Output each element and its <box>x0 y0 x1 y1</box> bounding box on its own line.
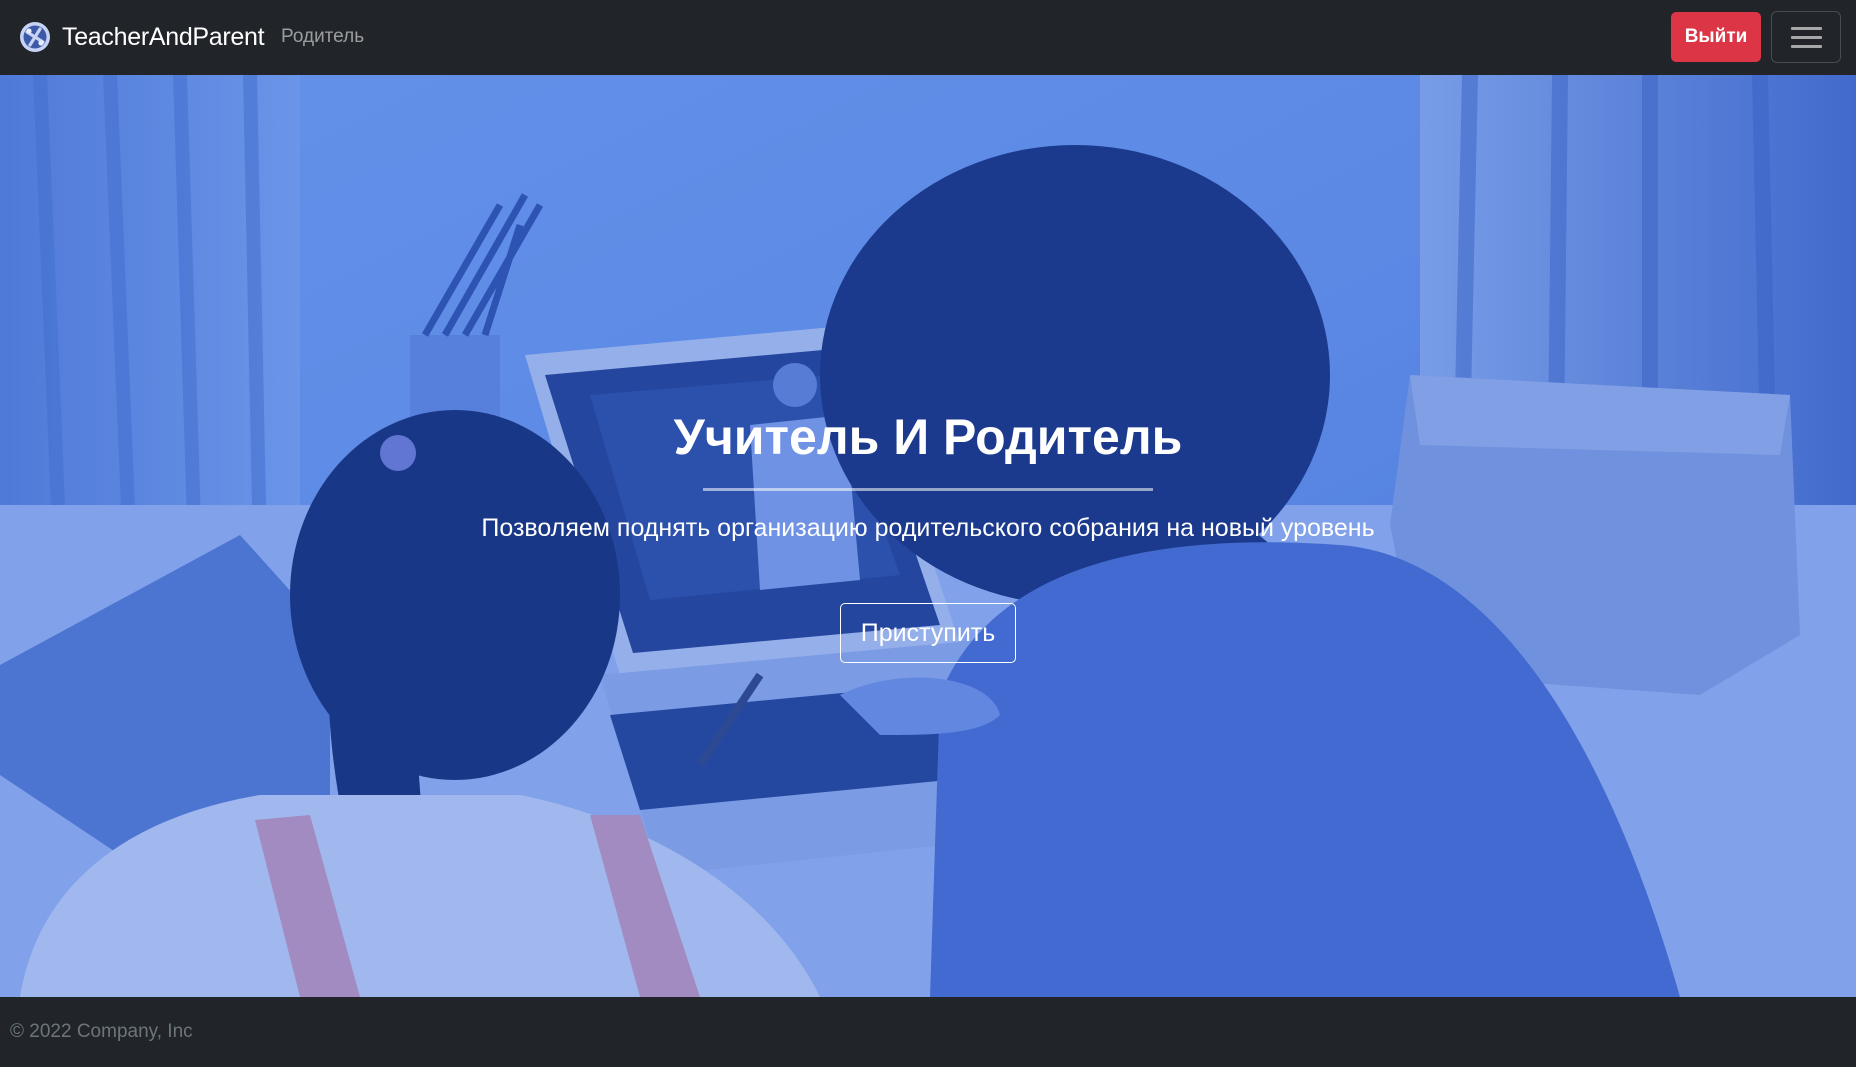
brand-logo-icon <box>20 22 50 52</box>
brand-link[interactable]: TeacherAndParent <box>18 20 265 54</box>
hero-content: Учитель И Родитель Позволяем поднять орг… <box>0 75 1856 997</box>
hamburger-menu-icon <box>1791 45 1822 48</box>
navbar-toggler-button[interactable] <box>1771 11 1841 63</box>
get-started-button[interactable]: Приступить <box>840 603 1016 663</box>
hero-subtitle: Позволяем поднять организацию родительск… <box>481 514 1375 542</box>
hero-title: Учитель И Родитель <box>673 409 1183 465</box>
hamburger-menu-icon <box>1791 27 1822 30</box>
logout-button[interactable]: Выйти <box>1671 12 1761 62</box>
page-footer: © 2022 Company, Inc <box>0 997 1856 1067</box>
brand-name: TeacherAndParent <box>62 23 265 51</box>
hero-divider <box>703 488 1153 491</box>
top-navbar: TeacherAndParent Родитель Выйти <box>0 0 1856 75</box>
hamburger-menu-icon <box>1791 36 1822 39</box>
role-link-parent[interactable]: Родитель <box>281 24 364 50</box>
copyright-text: © 2022 Company, Inc <box>10 1021 193 1042</box>
hero-section: Учитель И Родитель Позволяем поднять орг… <box>0 75 1856 997</box>
